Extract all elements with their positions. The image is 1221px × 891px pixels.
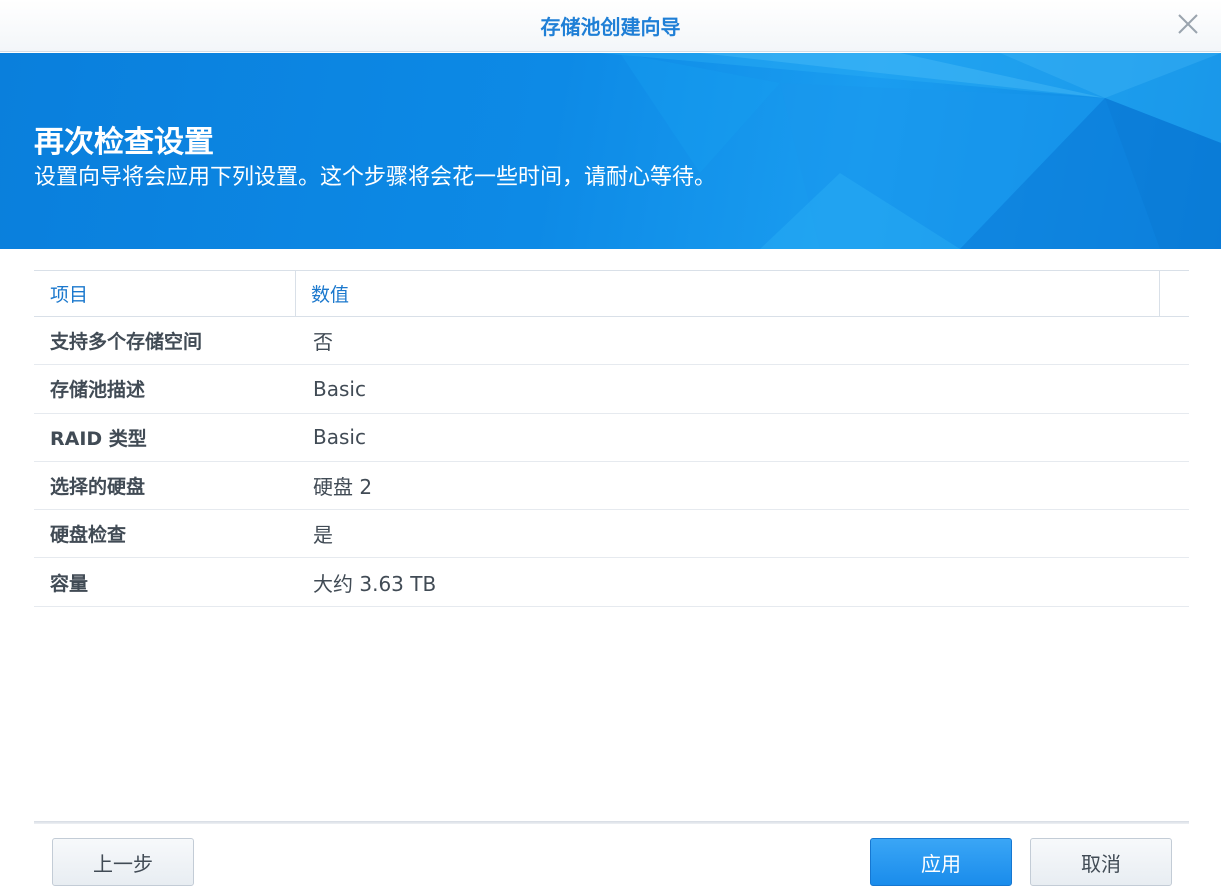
apply-button[interactable]: 应用 [870,838,1012,886]
close-button[interactable] [1175,11,1201,37]
row-value: 大约 3.63 TB [313,571,437,596]
table-header: 项目 数值 [34,270,1189,317]
row-value: Basic [313,376,366,401]
column-header-item[interactable]: 项目 [34,271,296,316]
row-key: 选择的硬盘 [50,476,146,499]
page-description: 设置向导将会应用下列设置。这个步骤将会花一些时间，请耐心等待。 [34,165,717,190]
row-key: RAID 类型 [50,427,147,450]
row-key: 支持多个存储空间 [50,331,203,354]
table-row[interactable]: 容量 大约 3.63 TB [34,558,1189,607]
window-title: 存储池创建向导 [540,15,681,39]
close-icon [1178,14,1198,34]
column-header-spacer [1160,271,1189,316]
row-value: Basic [313,425,366,450]
table-row[interactable]: 存储池描述 Basic [34,365,1189,414]
row-value: 否 [313,330,333,355]
table-row[interactable]: 支持多个存储空间 否 [34,317,1189,366]
table-row[interactable]: RAID 类型 Basic [34,414,1189,462]
row-value: 是 [313,523,333,548]
cancel-button[interactable]: 取消 [1030,838,1172,886]
row-key: 硬盘检查 [50,524,127,547]
wizard-banner: 再次检查设置 设置向导将会应用下列设置。这个步骤将会花一些时间，请耐心等待。 [0,53,1221,249]
settings-summary-table: 项目 数值 支持多个存储空间 否 存储池描述 Basic RAID 类型 Bas… [34,270,1189,607]
page-heading: 再次检查设置 [34,125,214,160]
row-key: 容量 [50,572,89,595]
row-key: 存储池描述 [50,379,146,402]
footer-divider [34,821,1189,824]
window-titlebar: 存储池创建向导 [0,0,1221,52]
previous-button[interactable]: 上一步 [52,838,194,886]
table-row[interactable]: 硬盘检查 是 [34,510,1189,559]
table-row[interactable]: 选择的硬盘 硬盘 2 [34,462,1189,511]
row-value: 硬盘 2 [313,475,373,500]
column-header-value[interactable]: 数值 [296,271,1160,316]
